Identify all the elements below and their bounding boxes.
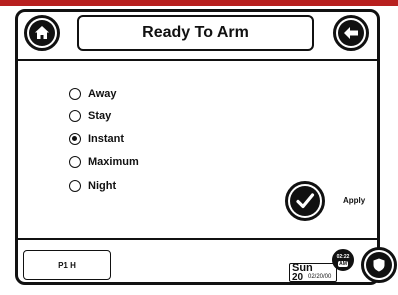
radio-button[interactable] (69, 88, 81, 100)
arm-mode-maximum[interactable]: Maximum (69, 154, 139, 170)
checkmark-icon (290, 186, 320, 216)
arm-mode-label: Away (88, 88, 117, 100)
arm-mode-instant[interactable]: Instant (69, 131, 124, 147)
arm-mode-label: Night (88, 180, 117, 192)
clock-time: 02:22 (336, 253, 350, 260)
radio-button-selected[interactable] (69, 133, 81, 145)
date-display: Sun 20 02/20/00 (289, 262, 337, 283)
clock-display: 02:22 AM (332, 249, 354, 271)
emergency-button[interactable] (361, 247, 397, 283)
header-divider (18, 59, 377, 61)
home-button[interactable] (24, 15, 60, 51)
page-title: Ready To Arm (77, 15, 314, 51)
apply-button[interactable] (285, 181, 325, 221)
radio-button[interactable] (69, 110, 81, 122)
home-icon (29, 20, 55, 46)
apply-label: Apply (343, 196, 366, 205)
arm-mode-stay[interactable]: Stay (69, 108, 111, 124)
arm-mode-label: Stay (88, 110, 112, 122)
full-date: 02/20/00 (308, 274, 332, 280)
back-arrow-icon (338, 20, 364, 46)
arm-mode-away[interactable]: Away (69, 86, 117, 102)
radio-button[interactable] (69, 180, 81, 192)
shield-icon (366, 252, 392, 278)
footer-divider (18, 238, 377, 240)
arm-mode-night[interactable]: Night (69, 178, 116, 194)
back-button[interactable] (333, 15, 369, 51)
clock-ampm: AM (338, 260, 348, 267)
day-number: 20 (292, 272, 304, 283)
partition-label: P1 H (58, 260, 76, 270)
arm-mode-label: Instant (88, 133, 125, 145)
arm-mode-label: Maximum (88, 156, 139, 168)
partition-status[interactable]: P1 H (23, 250, 111, 280)
top-accent-band (0, 0, 398, 6)
radio-button[interactable] (69, 156, 81, 168)
